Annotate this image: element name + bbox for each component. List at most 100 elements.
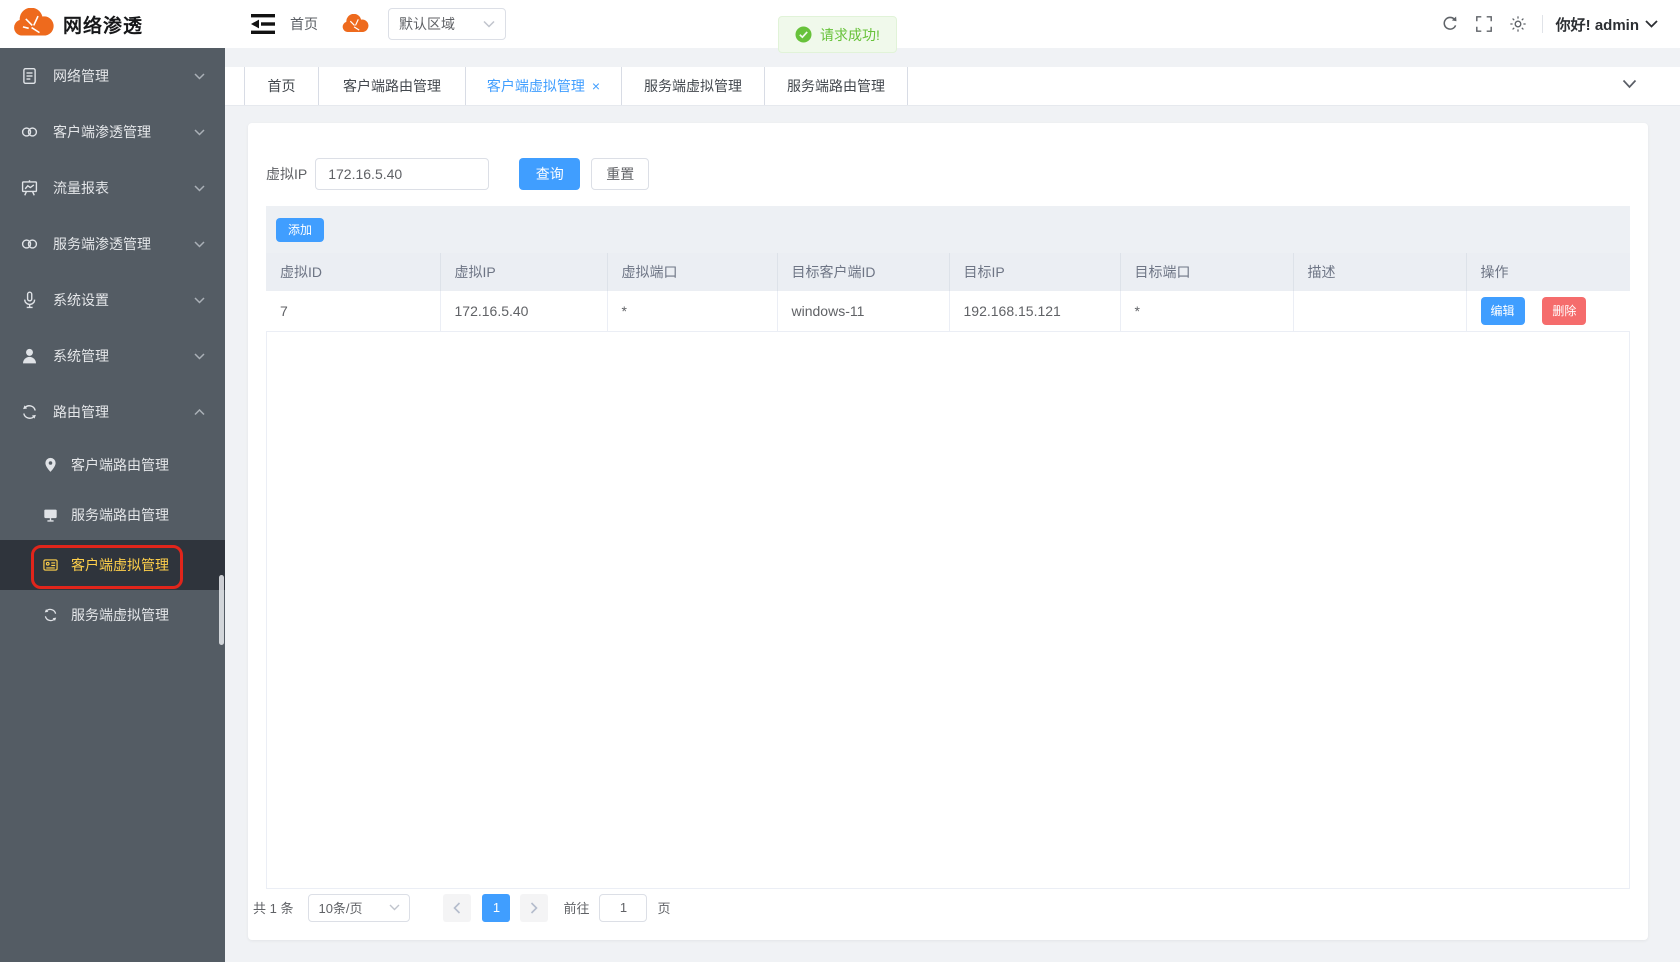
tab-label: 客户端虚拟管理 <box>487 76 585 96</box>
cloud-icon[interactable] <box>340 14 370 35</box>
cell-virtual-port: * <box>607 291 777 331</box>
tab-label: 客户端路由管理 <box>343 76 441 96</box>
sync-icon <box>42 606 59 624</box>
goto-page-input[interactable] <box>599 894 647 922</box>
collapse-sidebar-icon[interactable] <box>250 13 276 35</box>
sidebar-item-traffic-report[interactable]: 流量报表 <box>0 160 225 216</box>
sidebar-item-label: 服务端虚拟管理 <box>71 605 169 625</box>
col-header-target-ip: 目标IP <box>949 253 1120 291</box>
cell-virtual-id: 7 <box>266 291 440 331</box>
chevron-down-icon <box>194 185 205 192</box>
reset-button[interactable]: 重置 <box>591 158 649 190</box>
chevron-down-icon <box>194 241 205 248</box>
tab-server-virtual-mgmt[interactable]: 服务端虚拟管理 <box>621 67 764 105</box>
sidebar-item-server-virtual-mgmt[interactable]: 服务端虚拟管理 <box>0 590 225 640</box>
delete-button[interactable]: 删除 <box>1542 297 1586 325</box>
sync-icon <box>20 402 39 422</box>
cell-target-port: * <box>1120 291 1293 331</box>
col-header-virtual-ip: 虚拟IP <box>440 253 607 291</box>
virtual-ip-input[interactable] <box>315 158 489 190</box>
data-table: 虚拟ID 虚拟IP 虚拟端口 目标客户端ID 目标IP 目标端口 描述 操作 7 <box>266 253 1630 332</box>
chart-board-icon <box>20 178 39 198</box>
sidebar-item-label: 路由管理 <box>53 402 109 422</box>
sidebar-item-system-settings[interactable]: 系统设置 <box>0 272 225 328</box>
fullscreen-icon[interactable] <box>1475 15 1493 33</box>
logo: 网络渗透 <box>0 8 225 40</box>
chevron-down-icon <box>483 20 495 28</box>
prev-page-button[interactable] <box>443 894 471 922</box>
col-header-target-client-id: 目标客户端ID <box>777 253 949 291</box>
chevron-down-icon <box>194 129 205 136</box>
check-circle-icon <box>795 26 812 43</box>
add-button[interactable]: 添加 <box>276 218 324 242</box>
success-toast: 请求成功! <box>778 16 897 53</box>
sidebar-item-label: 服务端渗透管理 <box>53 234 151 254</box>
table-row: 7 172.16.5.40 * windows-11 192.168.15.12… <box>266 291 1630 331</box>
page-number-button[interactable]: 1 <box>482 894 510 922</box>
location-pin-icon <box>42 456 59 474</box>
sidebar-item-label: 网络管理 <box>53 66 109 86</box>
user-menu[interactable]: 你好! admin <box>1556 14 1658 35</box>
tab-home[interactable]: 首页 <box>244 67 318 105</box>
pagination: 共 1 条 10条/页 1 前往 页 <box>253 894 1630 922</box>
sidebar-item-label: 客户端虚拟管理 <box>71 555 169 575</box>
sidebar-item-server-pentest-mgmt[interactable]: 服务端渗透管理 <box>0 216 225 272</box>
col-header-target-port: 目标端口 <box>1120 253 1293 291</box>
region-select-value: 默认区域 <box>399 14 455 34</box>
col-header-actions: 操作 <box>1466 253 1630 291</box>
search-form: 虚拟IP 查询 重置 <box>266 123 1630 190</box>
sidebar-item-route-mgmt[interactable]: 路由管理 <box>0 384 225 440</box>
cell-target-client-id: windows-11 <box>777 291 949 331</box>
sidebar-item-system-mgmt[interactable]: 系统管理 <box>0 328 225 384</box>
refresh-icon[interactable] <box>1441 15 1459 33</box>
app-root: 网络渗透 首页 默认区域 <box>0 0 1680 962</box>
microphone-icon <box>20 290 39 310</box>
chevron-down-icon <box>389 904 400 911</box>
tab-client-route-mgmt[interactable]: 客户端路由管理 <box>318 67 465 105</box>
chevron-down-icon <box>194 297 205 304</box>
sidebar-item-label: 客户端渗透管理 <box>53 122 151 142</box>
page-size-select[interactable]: 10条/页 <box>308 894 410 922</box>
chevron-down-icon <box>194 73 205 80</box>
sidebar-item-client-route-mgmt[interactable]: 客户端路由管理 <box>0 440 225 490</box>
close-icon[interactable]: × <box>592 79 600 93</box>
region-select[interactable]: 默认区域 <box>388 8 506 40</box>
chevron-down-icon[interactable] <box>1622 79 1637 89</box>
tab-client-virtual-mgmt[interactable]: 客户端虚拟管理 × <box>465 67 621 105</box>
scrollbar-thumb[interactable] <box>219 575 224 645</box>
sidebar-item-label: 客户端路由管理 <box>71 455 169 475</box>
edit-button[interactable]: 编辑 <box>1481 297 1525 325</box>
query-button[interactable]: 查询 <box>519 158 580 190</box>
document-icon <box>20 66 39 86</box>
page-size-value: 10条/页 <box>318 898 362 917</box>
sidebar-item-label: 系统管理 <box>53 346 109 366</box>
theme-sun-icon[interactable] <box>1509 15 1527 33</box>
virtual-ip-label: 虚拟IP <box>266 164 307 184</box>
sidebar-item-label: 服务端路由管理 <box>71 505 169 525</box>
cell-virtual-ip: 172.16.5.40 <box>440 291 607 331</box>
col-header-virtual-port: 虚拟端口 <box>607 253 777 291</box>
col-header-virtual-id: 虚拟ID <box>266 253 440 291</box>
tab-server-route-mgmt[interactable]: 服务端路由管理 <box>764 67 908 105</box>
breadcrumb-home[interactable]: 首页 <box>290 14 318 34</box>
chevron-left-icon <box>453 902 461 914</box>
pagination-total: 共 1 条 <box>253 898 293 917</box>
cell-target-ip: 192.168.15.121 <box>949 291 1120 331</box>
sidebar-item-label: 流量报表 <box>53 178 109 198</box>
chevron-right-icon <box>530 902 538 914</box>
cell-actions: 编辑 删除 <box>1466 291 1630 331</box>
chevron-up-icon <box>194 409 205 416</box>
table-toolbar: 添加 <box>266 206 1630 253</box>
sidebar-item-client-virtual-mgmt[interactable]: 客户端虚拟管理 <box>0 540 225 590</box>
sidebar-item-server-route-mgmt[interactable]: 服务端路由管理 <box>0 490 225 540</box>
next-page-button[interactable] <box>520 894 548 922</box>
sidebar-item-network-mgmt[interactable]: 网络管理 <box>0 48 225 104</box>
tab-label: 服务端路由管理 <box>787 76 885 96</box>
table-empty-area <box>266 332 1630 889</box>
link-icon <box>20 122 39 142</box>
sidebar-item-label: 系统设置 <box>53 290 109 310</box>
sidebar-item-client-pentest-mgmt[interactable]: 客户端渗透管理 <box>0 104 225 160</box>
chevron-down-icon <box>194 353 205 360</box>
tab-label: 服务端虚拟管理 <box>644 76 742 96</box>
table-header-row: 虚拟ID 虚拟IP 虚拟端口 目标客户端ID 目标IP 目标端口 描述 操作 <box>266 253 1630 291</box>
